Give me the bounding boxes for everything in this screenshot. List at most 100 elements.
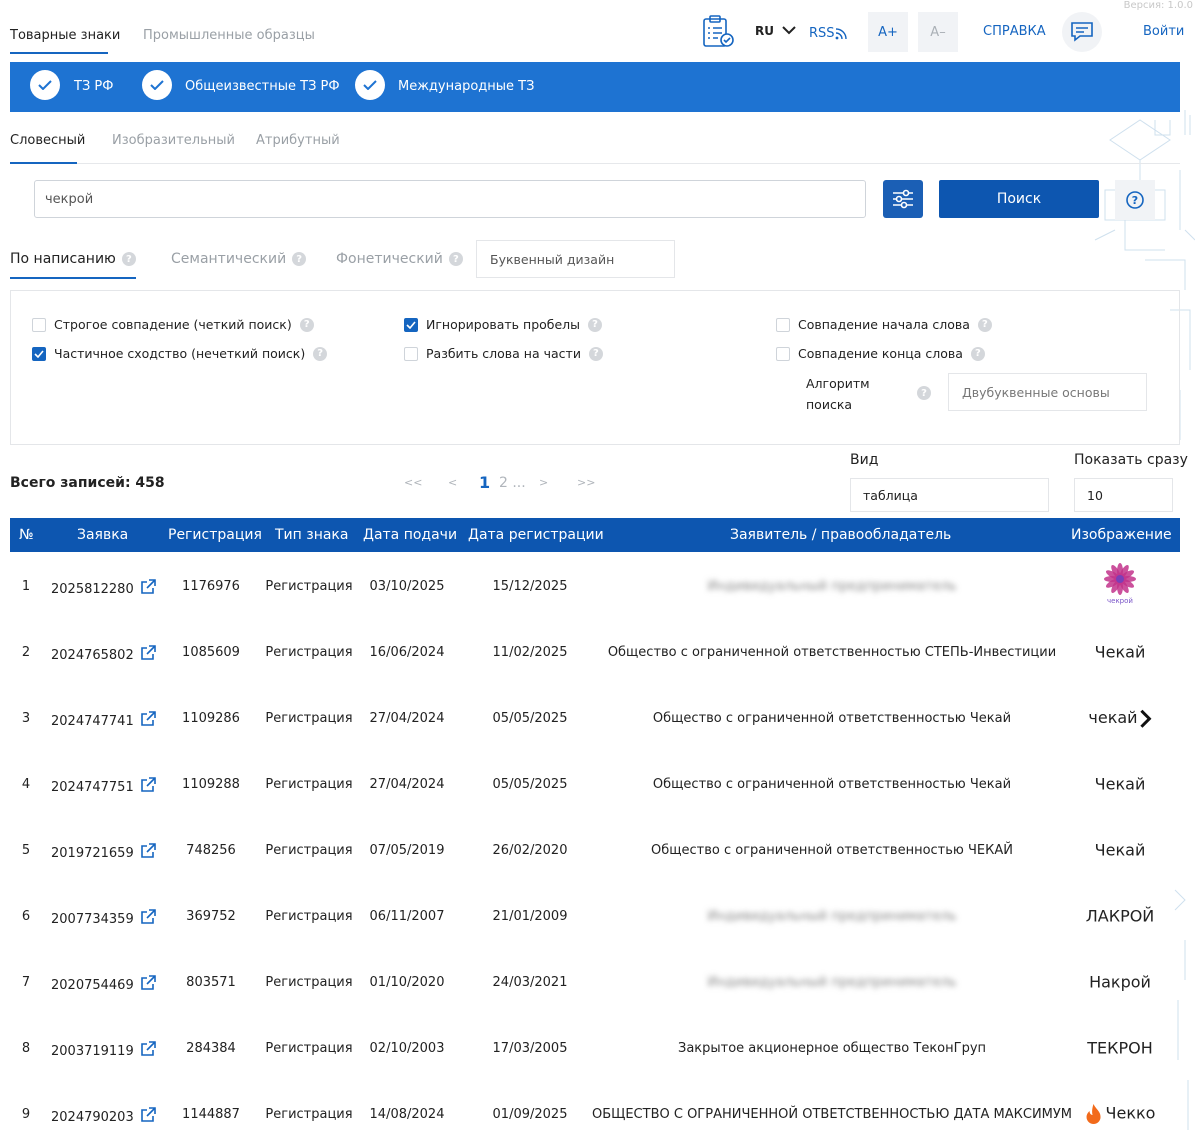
col-image[interactable]: Изображение xyxy=(1071,527,1172,543)
table-row[interactable]: 1 2025812280 1176976 Регистрация 03/10/2025 1… xyxy=(10,553,1180,619)
clipboard-icon[interactable] xyxy=(700,14,736,54)
application-number-text[interactable]: 2020754469 xyxy=(51,978,134,993)
external-link-icon[interactable] xyxy=(140,579,156,599)
option-word-start[interactable]: Совпадение начала слова ? xyxy=(776,317,992,332)
application-number[interactable]: 2019721659 xyxy=(51,843,156,863)
font-decrease-button[interactable]: A– xyxy=(918,12,958,52)
pager-current[interactable]: 1 xyxy=(479,473,490,492)
option-ignore-spaces[interactable]: Игнорировать пробелы ? xyxy=(404,317,603,332)
option-partial[interactable]: Частичное сходство (нечеткий поиск) ? xyxy=(32,346,328,361)
login-link[interactable]: Войти xyxy=(1143,24,1184,39)
pager-last[interactable]: >> xyxy=(577,476,595,489)
table-row[interactable]: 7 2020754469 803571 Регистрация 01/10/2020 24… xyxy=(10,949,1180,1015)
letter-design-select[interactable]: Буквенный дизайн xyxy=(476,240,675,278)
col-owner[interactable]: Заявитель / правообладатель xyxy=(730,527,951,543)
application-number[interactable]: 2024765802 xyxy=(51,645,156,665)
help-button[interactable]: ? xyxy=(1115,180,1155,220)
col-mark-type[interactable]: Тип знака xyxy=(275,527,348,543)
view-select[interactable]: таблица xyxy=(850,478,1049,512)
application-number-text[interactable]: 2003719119 xyxy=(51,1044,134,1059)
checkbox-checked[interactable] xyxy=(404,317,418,332)
external-link-icon[interactable] xyxy=(140,777,156,797)
application-number-text[interactable]: 2025812280 xyxy=(51,582,134,597)
checkbox-checked[interactable] xyxy=(32,346,46,361)
tab-figurative[interactable]: Изобразительный xyxy=(112,133,235,148)
external-link-icon[interactable] xyxy=(140,1041,156,1061)
question-icon[interactable]: ? xyxy=(588,317,603,332)
table-row[interactable]: 2 2024765802 1085609 Регистрация 16/06/2024 1… xyxy=(10,619,1180,685)
question-icon[interactable]: ? xyxy=(977,317,992,332)
application-number[interactable]: 2024790203 xyxy=(51,1107,156,1127)
external-link-icon[interactable] xyxy=(140,1107,156,1127)
application-number[interactable]: 2007734359 xyxy=(51,909,156,929)
checkbox[interactable] xyxy=(32,317,46,332)
question-icon[interactable]: ? xyxy=(299,317,314,332)
checkbox[interactable] xyxy=(776,346,790,361)
application-number-text[interactable]: 2024765802 xyxy=(51,648,134,663)
application-number-text[interactable]: 2024790203 xyxy=(51,1110,134,1125)
checkbox[interactable] xyxy=(776,317,790,332)
chat-button[interactable] xyxy=(1062,12,1102,52)
font-increase-button[interactable]: A+ xyxy=(868,12,908,52)
table-row[interactable]: 9 2024790203 1144887 Регистрация 14/08/2024 0… xyxy=(10,1081,1180,1147)
application-number[interactable]: 2024747751 xyxy=(51,777,156,797)
table-row[interactable]: 4 2024747751 1109288 Регистрация 27/04/2024 0… xyxy=(10,751,1180,817)
col-registration[interactable]: Регистрация xyxy=(168,527,262,543)
checkbox[interactable] xyxy=(404,346,418,361)
application-number-text[interactable]: 2019721659 xyxy=(51,846,134,861)
application-number[interactable]: 2020754469 xyxy=(51,975,156,995)
option-split-words[interactable]: Разбить слова на части ? xyxy=(404,346,603,361)
external-link-icon[interactable] xyxy=(140,975,156,995)
question-icon[interactable]: ? xyxy=(588,346,603,361)
tab-verbal[interactable]: Словесный xyxy=(10,133,85,148)
register-rf-label[interactable]: ТЗ РФ xyxy=(74,79,113,94)
col-registration-date[interactable]: Дата регистрации xyxy=(468,527,604,543)
question-icon[interactable]: ? xyxy=(292,252,307,266)
col-application[interactable]: Заявка xyxy=(77,527,128,543)
pager-first[interactable]: << xyxy=(404,476,422,489)
tab-industrial-designs[interactable]: Промышленные образцы xyxy=(143,28,315,43)
algorithm-select[interactable]: Двубуквенные основы xyxy=(948,373,1147,411)
external-link-icon[interactable] xyxy=(140,711,156,731)
col-filing-date[interactable]: Дата подачи xyxy=(363,527,457,543)
external-link-icon[interactable] xyxy=(140,909,156,929)
application-number-text[interactable]: 2024747751 xyxy=(51,780,134,795)
tab-trademarks[interactable]: Товарные знаки xyxy=(10,28,120,43)
question-icon[interactable]: ? xyxy=(917,386,931,400)
pager-page-2[interactable]: 2 ... xyxy=(499,475,526,491)
table-row[interactable]: 5 2019721659 748256 Регистрация 07/05/2019 26… xyxy=(10,817,1180,883)
application-number-text[interactable]: 2024747741 xyxy=(51,714,134,729)
table-row[interactable]: 3 2024747741 1109286 Регистрация 27/04/2024 0… xyxy=(10,685,1180,751)
pager-next[interactable]: > xyxy=(539,476,548,489)
page-size-select[interactable]: 10 xyxy=(1074,478,1173,512)
register-wellknown-label[interactable]: Общеизвестные ТЗ РФ xyxy=(185,79,340,94)
question-icon[interactable]: ? xyxy=(970,346,985,361)
question-icon[interactable]: ? xyxy=(448,252,463,266)
help-link[interactable]: СПРАВКА xyxy=(983,24,1046,39)
search-input[interactable]: чекрой xyxy=(34,180,866,218)
question-icon[interactable]: ? xyxy=(313,346,328,361)
register-international-label[interactable]: Международные ТЗ xyxy=(398,79,534,94)
option-strict[interactable]: Строгое совпадение (четкий поиск) ? xyxy=(32,317,314,332)
external-link-icon[interactable] xyxy=(140,843,156,863)
external-link-icon[interactable] xyxy=(140,645,156,665)
register-international-checkbox[interactable] xyxy=(355,70,385,100)
filter-button[interactable] xyxy=(883,180,923,218)
search-button[interactable]: Поиск xyxy=(939,180,1099,218)
table-row[interactable]: 6 2007734359 369752 Регистрация 06/11/2007 21… xyxy=(10,883,1180,949)
application-number-text[interactable]: 2007734359 xyxy=(51,912,134,927)
pager-prev[interactable]: < xyxy=(448,476,457,489)
mode-semantic[interactable]: Семантический ? xyxy=(171,251,307,267)
register-rf-checkbox[interactable] xyxy=(30,70,60,100)
mode-phonetic[interactable]: Фонетический ? xyxy=(336,251,463,267)
mode-spelling[interactable]: По написанию ? xyxy=(10,251,136,267)
col-number[interactable]: № xyxy=(19,527,34,543)
register-wellknown-checkbox[interactable] xyxy=(142,70,172,100)
tab-attribute[interactable]: Атрибутный xyxy=(256,133,340,148)
table-row[interactable]: 8 2003719119 284384 Регистрация 02/10/2003 17… xyxy=(10,1015,1180,1081)
option-word-end[interactable]: Совпадение конца слова ? xyxy=(776,346,985,361)
application-number[interactable]: 2025812280 xyxy=(51,579,156,599)
rss-link[interactable]: RSS xyxy=(809,26,847,41)
language-selector[interactable]: RU xyxy=(755,24,796,38)
application-number[interactable]: 2003719119 xyxy=(51,1041,156,1061)
